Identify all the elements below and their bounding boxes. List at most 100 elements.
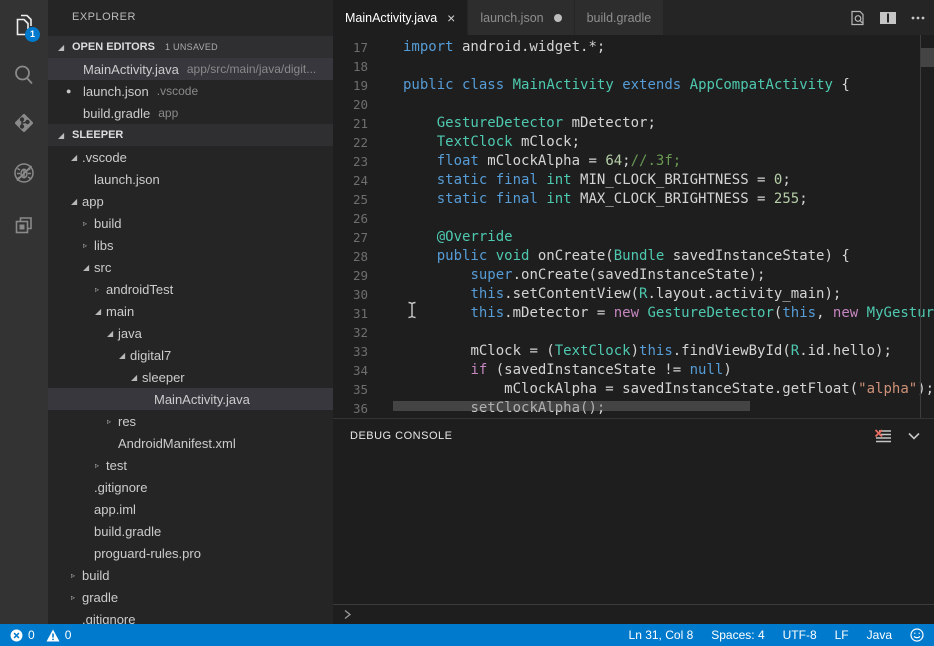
code-line-29[interactable]: 29 super.onCreate(savedInstanceState); [333,266,934,285]
horizontal-scrollbar-thumb[interactable] [393,401,750,411]
tree-item-androidTest[interactable]: ▹androidTest [48,278,333,300]
tree-item-build.gradle[interactable]: build.gradle [48,520,333,542]
code-line-23[interactable]: 23 float mClockAlpha = 64;//.3f; [333,152,934,171]
code-line-20[interactable]: 20 [333,95,934,114]
collapse-panel-icon[interactable] [906,428,922,444]
activity-bar: 1 [0,0,48,624]
code-line-35[interactable]: 35 mClockAlpha = savedInstanceState.getF… [333,380,934,399]
feedback-smiley-icon[interactable] [910,628,924,642]
line-number: 33 [333,342,368,361]
file-tree: ◢.vscodelaunch.json◢app▹build▹libs◢src▹a… [48,146,333,624]
tree-item-proguard-rules.pro[interactable]: proguard-rules.pro [48,542,333,564]
tree-item-label: test [106,458,127,473]
debug-icon[interactable] [0,153,48,193]
code-line-17[interactable]: 17import android.widget.*; [333,38,934,57]
code-line-27[interactable]: 27 @Override [333,228,934,247]
tree-item-java[interactable]: ◢java [48,322,333,344]
line-text: public class MainActivity extends AppCom… [403,76,850,95]
code-line-33[interactable]: 33 mClock = (TextClock)this.findViewById… [333,342,934,361]
line-number: 29 [333,266,368,285]
split-editor-icon[interactable] [880,11,896,25]
tab-label: launch.json [480,11,543,25]
problems-status[interactable]: 0 0 [10,628,77,642]
tree-item-.vscode[interactable]: ◢.vscode [48,146,333,168]
tree-item-label: .gitignore [94,480,147,495]
tree-item-app.iml[interactable]: app.iml [48,498,333,520]
code-line-19[interactable]: 19 public class MainActivity extends AppC… [333,76,934,95]
tree-item-sleeper[interactable]: ◢sleeper [48,366,333,388]
status-eol[interactable]: LF [835,628,849,642]
tree-item-main[interactable]: ◢main [48,300,333,322]
code-line-25[interactable]: 25 static final int MAX_CLOCK_BRIGHTNESS… [333,190,934,209]
twisty-expanded-icon: ◢ [119,351,130,360]
tree-item-label: build [94,216,121,231]
line-number: 19 [333,76,368,95]
tree-item-build[interactable]: ▹build [48,564,333,586]
line-text: GestureDetector mDetector; [403,114,656,133]
open-editor-item[interactable]: build.gradleapp [48,102,333,124]
clear-console-icon[interactable] [874,429,892,444]
tree-item-app[interactable]: ◢app [48,190,333,212]
code-line-31[interactable]: 31 this.mDetector = new GestureDetector(… [333,304,934,323]
panel-title[interactable]: DEBUG CONSOLE [350,430,452,442]
modified-indicator [554,14,562,22]
panel-header: DEBUG CONSOLE [333,419,934,453]
open-editor-item[interactable]: ●launch.json.vscode [48,80,333,102]
open-editors-header[interactable]: ◢ OPEN EDITORS 1 UNSAVED [48,36,333,58]
tree-item-libs[interactable]: ▹libs [48,234,333,256]
search-icon[interactable] [0,55,48,95]
status-language-mode[interactable]: Java [867,628,892,642]
code-line-21[interactable]: 21 GestureDetector mDetector; [333,114,934,133]
code-line-18[interactable]: 18 [333,57,934,76]
tree-item-AndroidManifest.xml[interactable]: AndroidManifest.xml [48,432,333,454]
console-prompt-icon [343,609,352,620]
code-line-32[interactable]: 32 [333,323,934,342]
tree-item-label: src [94,260,111,275]
tree-item-gradle[interactable]: ▹gradle [48,586,333,608]
tree-item-digital7[interactable]: ◢digital7 [48,344,333,366]
code-line-30[interactable]: 30 this.setContentView(R.layout.activity… [333,285,934,304]
vertical-scrollbar-thumb[interactable] [921,48,934,67]
code-line-26[interactable]: 26 [333,209,934,228]
code-line-28[interactable]: 28 public void onCreate(Bundle savedInst… [333,247,934,266]
code-editor[interactable]: 16import android.17import android.widget… [333,35,934,418]
explorer-icon[interactable] [0,5,48,45]
tab-launch.json[interactable]: launch.json [468,0,573,35]
tree-item-build[interactable]: ▹build [48,212,333,234]
tree-item-test[interactable]: ▹test [48,454,333,476]
open-editor-item[interactable]: MainActivity.javaapp/src/main/java/digit… [48,58,333,80]
folder-section-header[interactable]: ◢ SLEEPER [48,124,333,146]
twisty-collapsed-icon: ▹ [95,285,106,294]
line-number: 20 [333,95,368,114]
more-actions-icon[interactable] [910,10,926,26]
close-icon[interactable]: × [447,11,455,25]
source-control-icon[interactable] [0,103,48,143]
tree-item-label: launch.json [94,172,160,187]
tree-item-.gitignore[interactable]: .gitignore [48,476,333,498]
line-text: this.setContentView(R.layout.activity_ma… [403,285,841,304]
tab-MainActivity.java[interactable]: MainActivity.java× [333,0,467,35]
tree-item-launch.json[interactable]: launch.json [48,168,333,190]
status-cursor-position[interactable]: Ln 31, Col 8 [629,628,694,642]
status-indentation[interactable]: Spaces: 4 [711,628,764,642]
open-editors-label: OPEN EDITORS [72,41,155,53]
sidebar-title: EXPLORER [48,0,333,35]
tree-item-res[interactable]: ▹res [48,410,333,432]
tab-build.gradle[interactable]: build.gradle [575,0,664,35]
code-line-24[interactable]: 24 static final int MIN_CLOCK_BRIGHTNESS… [333,171,934,190]
tree-item-label: AndroidManifest.xml [118,436,236,451]
tree-item-src[interactable]: ◢src [48,256,333,278]
status-encoding[interactable]: UTF-8 [783,628,817,642]
vertical-scrollbar-track[interactable] [920,35,921,418]
line-number: 30 [333,285,368,304]
tree-item-MainActivity.java[interactable]: MainActivity.java [48,388,333,410]
error-count: 0 [28,628,35,642]
search-editor-icon[interactable] [850,10,866,26]
debug-console-input[interactable] [333,604,934,624]
tree-item-.gitignore[interactable]: .gitignore [48,608,333,624]
code-line-34[interactable]: 34 if (savedInstanceState != null) [333,361,934,380]
twisty-collapsed-icon: ▹ [71,571,82,580]
tab-bar: MainActivity.java× launch.json build.gradl… [333,0,934,35]
extensions-icon[interactable] [0,205,48,245]
code-line-22[interactable]: 22 TextClock mClock; [333,133,934,152]
